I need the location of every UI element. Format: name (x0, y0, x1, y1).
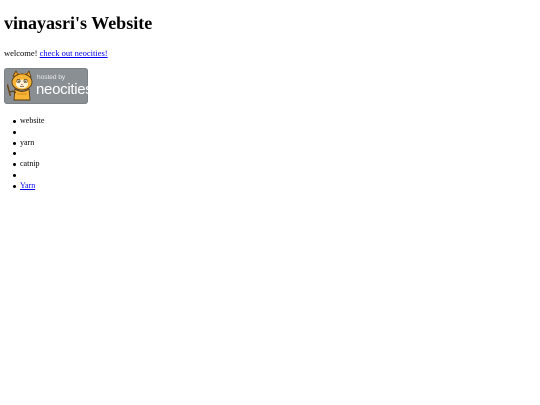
list-item: yarn (12, 137, 44, 149)
list-item (12, 170, 44, 181)
list-item: website (12, 116, 45, 127)
list-item-label: yarn (20, 137, 35, 147)
yarn-link[interactable]: Yarn (20, 181, 35, 190)
neocities-cat-icon (7, 70, 33, 101)
list-item: catnip (12, 159, 44, 170)
list-item (12, 127, 44, 138)
badge-neocities-text: neocities (36, 81, 88, 98)
welcome-text: welcome! (4, 48, 40, 58)
list-item-label: catnip (20, 159, 40, 169)
page-title: vinayasri's Website (4, 13, 153, 33)
list-item (12, 148, 44, 159)
list-item: Yarn (12, 181, 44, 192)
hosted-by-neocities-badge[interactable]: hosted by neocities (4, 68, 88, 104)
neocities-link[interactable]: check out neocities! (40, 48, 108, 58)
welcome-line: welcome! check out neocities! (4, 47, 108, 59)
item-list: website yarn catnip Yarn (4, 116, 44, 192)
list-item-label: website (20, 116, 45, 125)
